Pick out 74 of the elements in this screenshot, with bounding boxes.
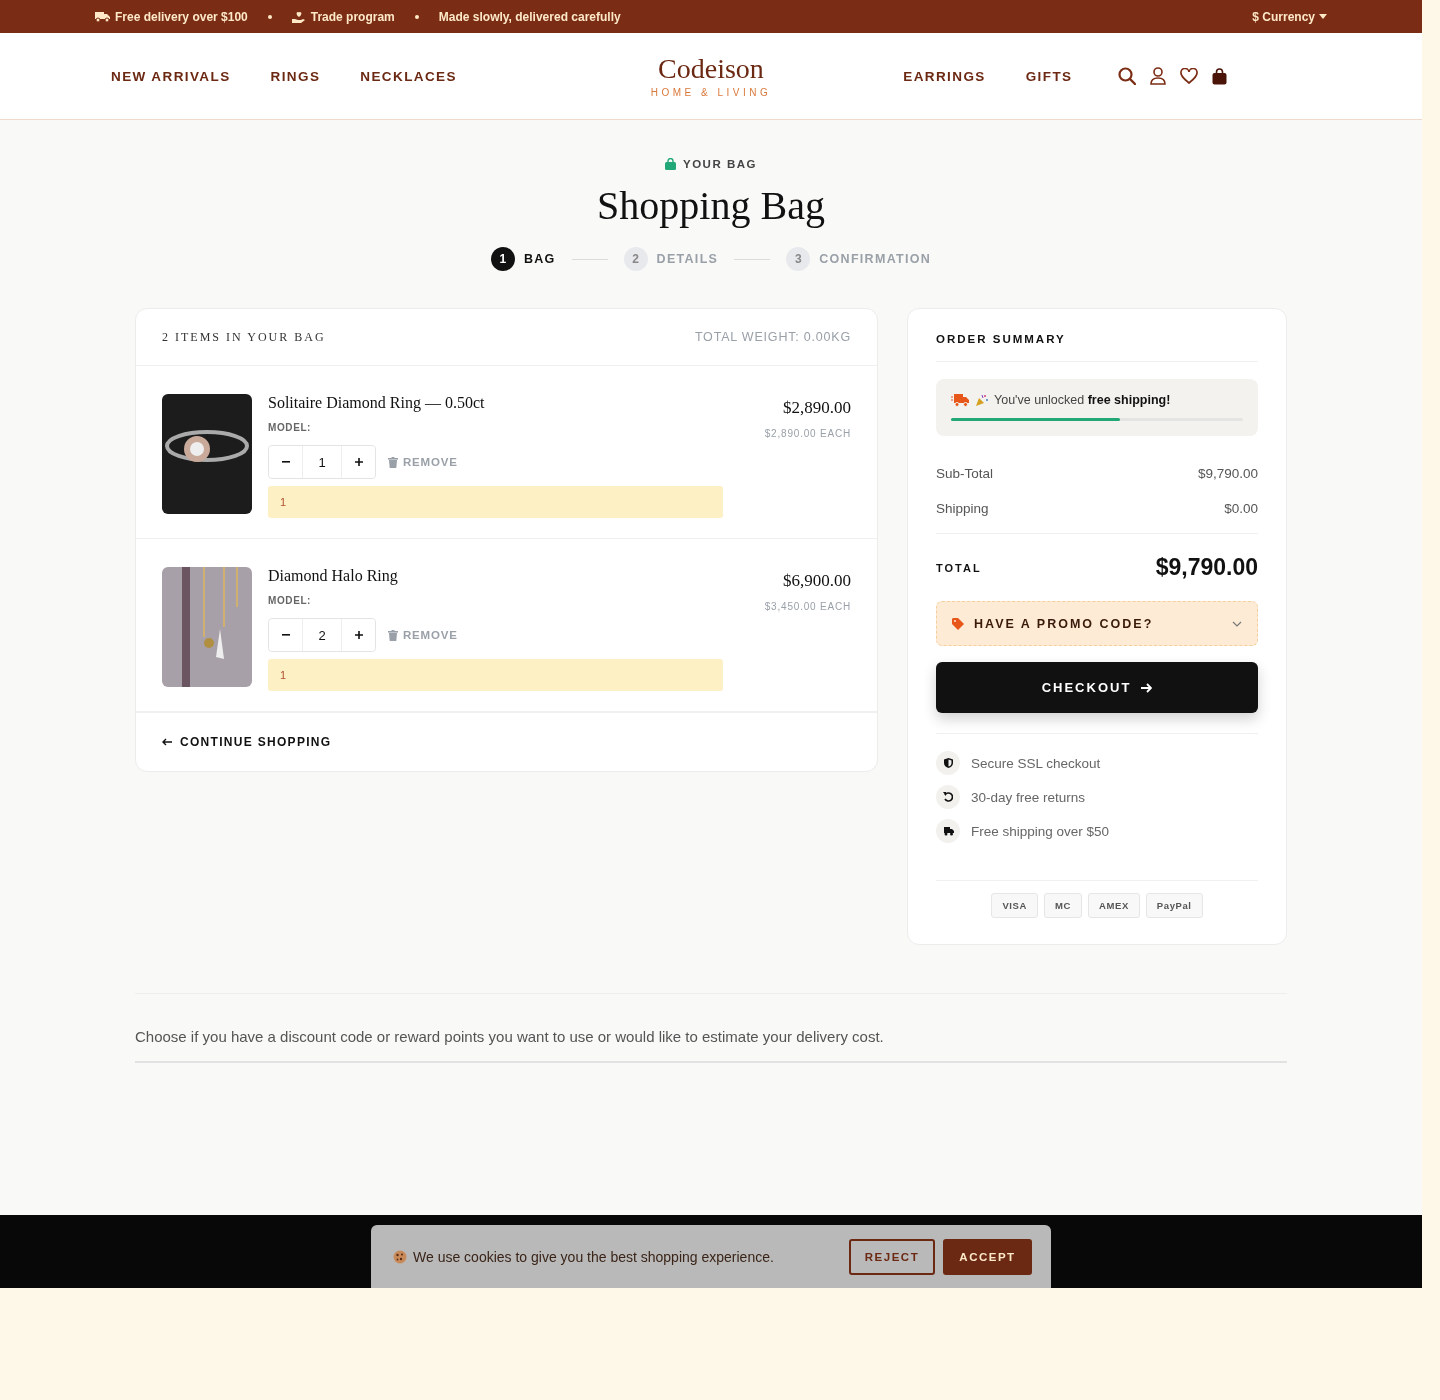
summary-value: $0.00 bbox=[1224, 501, 1258, 516]
assurance-text: Secure SSL checkout bbox=[971, 755, 1101, 771]
truck-icon bbox=[95, 11, 110, 22]
tag-icon bbox=[952, 617, 964, 630]
arrow-right-icon bbox=[1141, 682, 1153, 693]
total-amount: $9,790.00 bbox=[1155, 554, 1258, 581]
item-note: 1 bbox=[268, 486, 723, 518]
nav-link[interactable]: GIFTS bbox=[1025, 68, 1073, 84]
user-icon[interactable] bbox=[1150, 67, 1167, 85]
logo-wordmark[interactable]: Codeison bbox=[658, 54, 764, 85]
separator-dot bbox=[414, 14, 419, 19]
assurance-text: 30-day free returns bbox=[971, 789, 1086, 805]
separator-dot bbox=[267, 14, 272, 19]
shipping-message: You've unlocked free shipping! bbox=[994, 393, 1171, 407]
shopping-bag-icon[interactable] bbox=[1212, 67, 1228, 85]
checkout-step[interactable]: 1 BAG bbox=[490, 247, 556, 271]
fast-truck-icon bbox=[951, 393, 970, 407]
heart-icon[interactable] bbox=[1180, 68, 1199, 84]
payment-method-badge: AMEX bbox=[1087, 893, 1140, 918]
bag-icon bbox=[665, 158, 676, 170]
minus-icon bbox=[281, 461, 290, 463]
unit-price: $3,450.00 EACH bbox=[764, 601, 851, 612]
shield-icon bbox=[943, 758, 953, 768]
cookie-icon bbox=[393, 1249, 407, 1264]
cookie-message: We use cookies to give you the best shopping experience. bbox=[413, 1248, 775, 1265]
summary-value: $9,790.00 bbox=[1197, 466, 1258, 481]
currency-selector[interactable]: $ Currency bbox=[1252, 9, 1327, 24]
assurance-text: Free shipping over $50 bbox=[971, 823, 1110, 839]
hand-heart-icon bbox=[291, 10, 306, 23]
nav-link[interactable]: NEW ARRIVALS bbox=[111, 68, 231, 84]
payment-method-badge: VISA bbox=[991, 893, 1038, 918]
minus-icon bbox=[281, 634, 290, 636]
line-price: $6,900.00 bbox=[783, 571, 851, 591]
announcement-text: Free delivery over $100 bbox=[115, 9, 248, 24]
plus-icon bbox=[354, 458, 363, 466]
chevron-down-icon bbox=[1232, 620, 1242, 627]
arrow-left-icon bbox=[162, 738, 172, 746]
summary-title: ORDER SUMMARY bbox=[936, 333, 1258, 362]
page-eyebrow: YOUR BAG bbox=[683, 158, 757, 170]
accept-button[interactable]: ACCEPT bbox=[943, 1238, 1032, 1275]
summary-label: Sub-Total bbox=[936, 466, 994, 481]
item-count: 2 ITEMS IN YOUR BAG bbox=[162, 329, 326, 345]
promo-code-toggle[interactable]: HAVE A PROMO CODE? bbox=[936, 601, 1258, 646]
plus-icon bbox=[354, 631, 363, 639]
continue-shopping-link[interactable]: CONTINUE SHOPPING bbox=[162, 735, 332, 749]
product-name[interactable]: Solitaire Diamond Ring — 0.50ct bbox=[268, 394, 485, 412]
trash-icon bbox=[388, 456, 398, 468]
search-icon[interactable] bbox=[1118, 67, 1137, 85]
line-price: $2,890.00 bbox=[783, 398, 851, 418]
announcement-text: Trade program bbox=[310, 9, 395, 24]
product-name[interactable]: Diamond Halo Ring bbox=[268, 567, 398, 585]
nav-link[interactable]: NECKLACES bbox=[360, 68, 457, 84]
item-note: 1 bbox=[268, 659, 723, 691]
page-title: Shopping Bag bbox=[597, 182, 825, 229]
model-label: MODEL: bbox=[268, 595, 312, 606]
summary-label: Shipping bbox=[936, 501, 989, 516]
truck-icon bbox=[942, 826, 954, 836]
caret-icon bbox=[1319, 14, 1327, 19]
payment-method-badge: MC bbox=[1044, 893, 1082, 918]
announcement-text: Made slowly, delivered carefully bbox=[438, 9, 621, 24]
party-popper-icon bbox=[976, 394, 988, 406]
model-label: MODEL: bbox=[268, 422, 312, 433]
total-label: TOTAL bbox=[936, 561, 982, 574]
reject-button[interactable]: REJECT bbox=[849, 1238, 935, 1275]
logo-tagline: HOME & LIVING bbox=[650, 86, 772, 98]
nav-link[interactable]: RINGS bbox=[270, 68, 321, 84]
trash-icon bbox=[388, 629, 398, 641]
unit-price: $2,890.00 EACH bbox=[764, 428, 851, 439]
payment-method-badge: PayPal bbox=[1145, 893, 1203, 918]
discount-info-text: Choose if you have a discount code or reward points you want to use or would like to estimate your delivery cost. bbox=[135, 1028, 885, 1045]
rotate-left-icon bbox=[943, 792, 953, 802]
nav-link[interactable]: EARRINGS bbox=[903, 68, 986, 84]
total-weight: TOTAL WEIGHT: 0.00KG bbox=[694, 330, 851, 344]
checkout-button[interactable]: CHECKOUT bbox=[936, 662, 1258, 713]
